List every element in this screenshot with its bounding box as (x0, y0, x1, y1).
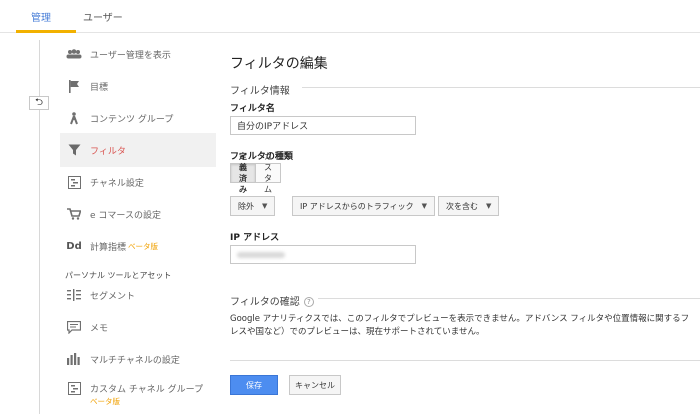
back-button[interactable]: ⮌ (29, 96, 49, 110)
save-button[interactable]: 保存 (230, 375, 278, 395)
users-icon (66, 49, 82, 59)
sidebar-item-channel-settings[interactable]: チャネル設定 (60, 165, 216, 199)
divider (302, 87, 700, 88)
dropdown-value: 除外 (238, 201, 254, 211)
sidebar-item-label: コンテンツ グループ (90, 114, 174, 125)
filter-icon (66, 144, 82, 156)
help-icon[interactable]: ? (303, 297, 314, 307)
sidebar-item-user-management[interactable]: ユーザー管理を表示 (60, 37, 216, 71)
sidebar-item-content-grouping[interactable]: コンテンツ グループ (60, 101, 216, 135)
sidebar-item-segments[interactable]: セグメント (60, 278, 216, 312)
redacted-value (237, 252, 285, 258)
filter-verification-title: フィルタの確認 (230, 297, 300, 308)
filter-verification-heading: フィルタの確認? (230, 293, 314, 308)
person-walk-icon (66, 111, 82, 125)
source-dropdown[interactable]: IP アドレスからのトラフィック ▼ (292, 196, 435, 216)
beta-badge: ベータ版 (90, 397, 120, 406)
sidebar-item-label: e コマースの設定 (90, 210, 161, 221)
sidebar-item-annotations[interactable]: メモ (60, 310, 216, 344)
caret-down-icon: ▼ (421, 202, 427, 210)
sidebar-item-label: カスタム チャネル グループ (90, 385, 204, 395)
beta-badge: ベータ版 (128, 241, 159, 251)
sidebar-item-filters[interactable]: フィルタ (60, 133, 216, 167)
dropdown-value: 次を含む (446, 201, 478, 211)
ip-address-input[interactable] (230, 245, 416, 264)
sidebar-item-ecommerce-settings[interactable]: e コマースの設定 (60, 197, 216, 231)
tab-user[interactable]: ユーザー (83, 9, 123, 24)
cancel-button[interactable]: キャンセル (289, 375, 341, 395)
segment-icon (66, 289, 82, 301)
filter-info-heading: フィルタ情報 (230, 86, 290, 97)
filter-name-label: フィルタ名 (230, 104, 275, 114)
divider (318, 298, 700, 299)
tab-admin[interactable]: 管理 (31, 9, 51, 24)
top-tab-bar: 管理 ユーザー (0, 0, 700, 33)
bar-chart-icon (66, 353, 82, 365)
caret-down-icon: ▼ (486, 202, 492, 210)
divider (230, 360, 700, 361)
verification-message: Google アナリティクスでは、このフィルタでプレビューを表示できません。アド… (230, 313, 700, 339)
dropdown-value: IP アドレスからのトラフィック (300, 201, 414, 211)
page-title: フィルタの編集 (230, 56, 328, 72)
sidebar-item-label: 計算指標 (90, 242, 127, 253)
include-exclude-dropdown[interactable]: 除外 ▼ (230, 196, 276, 216)
dd-icon: Dd (66, 240, 82, 252)
ip-address-label: IP アドレス (230, 233, 280, 243)
channel-icon (66, 175, 82, 189)
sidebar-item-label: チャネル設定 (90, 178, 144, 189)
sidebar-item-label: ユーザー管理を表示 (90, 50, 171, 61)
sidebar-item-label: 目標 (90, 82, 109, 93)
note-icon (66, 320, 82, 334)
flag-icon (66, 79, 82, 93)
expression-dropdown[interactable]: 次を含む ▼ (438, 196, 500, 216)
sidebar-item-calculated-metrics[interactable]: Dd 計算指標 ベータ版 (60, 229, 216, 263)
caret-down-icon: ▼ (262, 202, 268, 210)
filter-type-toggle: 定義済み カスタム (230, 152, 281, 194)
sidebar-item-label: フィルタ (90, 146, 126, 157)
sidebar-item-goals[interactable]: 目標 (60, 69, 216, 103)
filter-name-input[interactable] (230, 116, 416, 135)
sidebar-item-label: セグメント (90, 291, 136, 302)
verification-message-line: レスや国など）でのプレビューは、現在サポートされていません。 (230, 327, 485, 337)
sidebar-item-label: メモ (90, 323, 109, 334)
sidebar-item-custom-channel-grouping[interactable]: カスタム チャネル グループ ベータ版 (60, 374, 216, 408)
sidebar-item-label: マルチチャネルの設定 (90, 355, 180, 366)
channel-group-icon (66, 382, 82, 395)
sidebar-item-multichannel-settings[interactable]: マルチチャネルの設定 (60, 342, 216, 376)
back-arrow-icon: ⮌ (34, 96, 43, 108)
custom-toggle[interactable]: カスタム (256, 152, 281, 194)
verification-message-line: Google アナリティクスでは、このフィルタでプレビューを表示できません。アド… (230, 314, 690, 324)
cart-icon (66, 208, 82, 220)
active-tab-indicator (16, 30, 76, 33)
predefined-toggle[interactable]: 定義済み (230, 152, 256, 194)
